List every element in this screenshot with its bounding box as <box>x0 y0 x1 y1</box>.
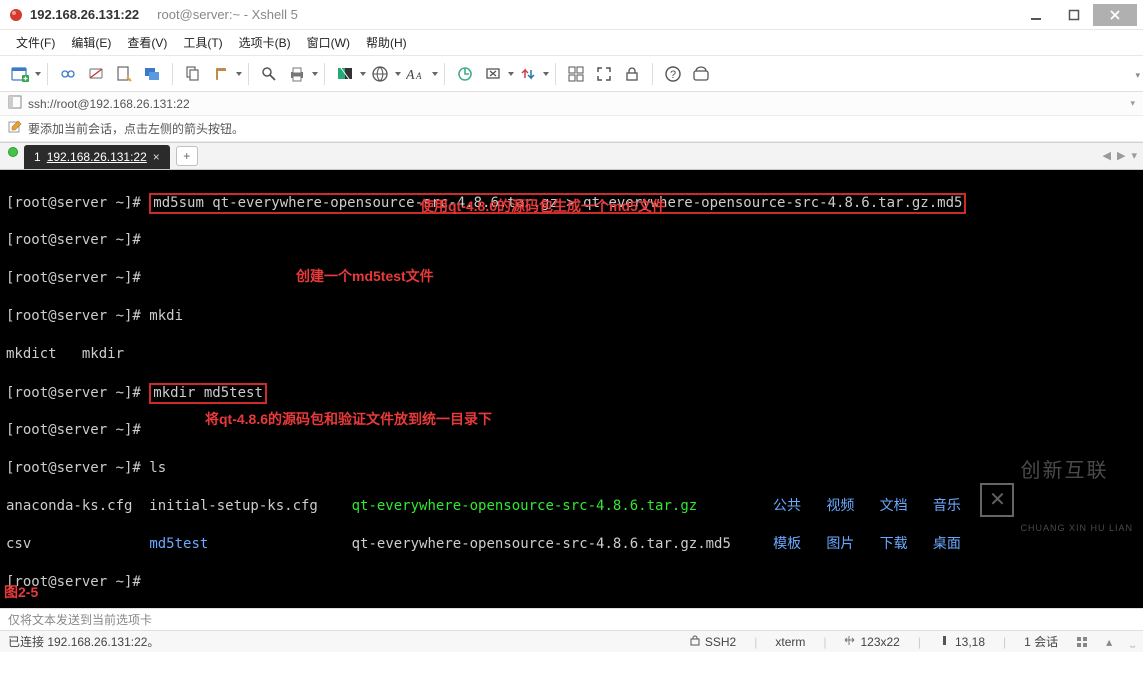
tab-scroll-left-icon[interactable]: ◀ <box>1103 149 1111 162</box>
maximize-button[interactable] <box>1055 4 1093 26</box>
fullscreen-button[interactable] <box>591 61 617 87</box>
encoding-button[interactable] <box>367 61 393 87</box>
send-mode-text: 仅将文本发送到当前选项卡 <box>8 611 152 628</box>
menu-file[interactable]: 文件(F) <box>8 31 63 54</box>
status-grid-icon[interactable] <box>1076 636 1088 648</box>
transfer-button[interactable] <box>515 61 541 87</box>
svg-text:A: A <box>406 68 415 83</box>
lock-icon <box>690 635 700 649</box>
address-url[interactable]: ssh://root@192.168.26.131:22 <box>28 97 1124 111</box>
hint-bar: 要添加当前会话，点击左侧的箭头按钮。 <box>0 116 1143 142</box>
menu-view[interactable]: 查看(V) <box>119 31 175 54</box>
hint-add-icon[interactable] <box>8 120 22 137</box>
send-strip[interactable]: 仅将文本发送到当前选项卡 <box>0 608 1143 630</box>
status-cursor-pos: 13,18 <box>939 635 985 649</box>
menu-tabs[interactable]: 选项卡(B) <box>231 31 299 54</box>
new-tab-button[interactable]: + <box>176 146 198 166</box>
xagent-dropdown-icon[interactable] <box>508 72 514 76</box>
terminal[interactable]: [root@server ~]# md5sum qt-everywhere-op… <box>0 170 1143 608</box>
annotation-md5: 使用qt-4.8.6的源码包生成一个md5文件 <box>420 197 666 216</box>
menu-window[interactable]: 窗口(W) <box>299 31 358 54</box>
font-dropdown-icon[interactable] <box>432 72 438 76</box>
copy-button[interactable] <box>180 61 206 87</box>
sessions-button[interactable] <box>139 61 165 87</box>
color-dropdown-icon[interactable] <box>360 72 366 76</box>
status-bar: 已连接 192.168.26.131:22。 SSH2 | xterm | 12… <box>0 630 1143 652</box>
size-icon <box>844 635 855 649</box>
transfer-dropdown-icon[interactable] <box>543 72 549 76</box>
watermark-sub: CHUANG XIN HU LIAN <box>1020 519 1133 538</box>
xagent-button[interactable] <box>480 61 506 87</box>
tab-label: 192.168.26.131:22 <box>47 150 147 164</box>
tab-strip: 1 192.168.26.131:22 × + ◀ ▶ ▾ <box>0 142 1143 170</box>
svg-text:A: A <box>415 71 422 81</box>
tab-close-icon[interactable]: × <box>153 150 160 164</box>
app-icon <box>8 7 24 23</box>
disconnect-button[interactable] <box>83 61 109 87</box>
paste-button[interactable] <box>208 61 234 87</box>
svg-text:?: ? <box>670 69 676 81</box>
lock-button[interactable] <box>619 61 645 87</box>
address-bar: ssh://root@192.168.26.131:22 ▾ <box>0 92 1143 116</box>
tile-button[interactable] <box>563 61 589 87</box>
session-tab[interactable]: 1 192.168.26.131:22 × <box>24 145 170 169</box>
tab-scroll-right-icon[interactable]: ▶ <box>1117 149 1125 162</box>
tab-scroll: ◀ ▶ ▾ <box>1103 149 1137 162</box>
cmd-mkdir: mkdir md5test <box>149 383 267 404</box>
annotation-mv: 将qt-4.8.6的源码包和验证文件放到统一目录下 <box>205 410 492 429</box>
tab-index: 1 <box>34 150 41 164</box>
encoding-dropdown-icon[interactable] <box>395 72 401 76</box>
connection-led-icon <box>8 147 18 157</box>
menu-tools[interactable]: 工具(T) <box>175 31 230 54</box>
new-session-dropdown-icon[interactable] <box>35 72 41 76</box>
status-connected: 已连接 192.168.26.131:22。 <box>8 633 159 650</box>
hint-text: 要添加当前会话，点击左侧的箭头按钮。 <box>28 120 244 137</box>
pos-icon <box>939 635 950 649</box>
figure-label: 图2-5 <box>4 583 38 602</box>
menu-edit[interactable]: 编辑(E) <box>63 31 119 54</box>
toolbar: AA ? ▾ <box>0 56 1143 92</box>
find-button[interactable] <box>256 61 282 87</box>
status-size: 123x22 <box>844 635 899 649</box>
annotation-mkdir: 创建一个md5test文件 <box>296 267 434 286</box>
menubar: 文件(F) 编辑(E) 查看(V) 工具(T) 选项卡(B) 窗口(W) 帮助(… <box>0 30 1143 56</box>
compose-button[interactable] <box>688 61 716 87</box>
paste-dropdown-icon[interactable] <box>236 72 242 76</box>
new-session-button[interactable] <box>7 61 33 87</box>
watermark-text: 创新互联 <box>1020 462 1133 481</box>
title-ip: 192.168.26.131:22 <box>30 7 139 22</box>
status-capslock: ⎵ <box>1130 634 1135 649</box>
sessions-panel-icon[interactable] <box>8 95 22 112</box>
properties-button[interactable] <box>111 61 137 87</box>
font-button[interactable]: AA <box>402 61 430 87</box>
menu-help[interactable]: 帮助(H) <box>358 31 415 54</box>
title-session: root@server:~ - Xshell 5 <box>157 7 298 22</box>
reconnect-button[interactable] <box>55 61 81 87</box>
print-dropdown-icon[interactable] <box>312 72 318 76</box>
address-overflow-icon[interactable]: ▾ <box>1130 98 1135 109</box>
status-sessions: 1 会话 <box>1024 633 1058 650</box>
tab-overflow-icon[interactable]: ▾ <box>1131 149 1137 162</box>
tunneling-button[interactable] <box>452 61 478 87</box>
color-scheme-button[interactable] <box>332 61 358 87</box>
print-button[interactable] <box>284 61 310 87</box>
watermark: ✕ 创新互联 CHUANG XIN HU LIAN <box>980 424 1133 576</box>
toolbar-overflow-icon[interactable]: ▾ <box>1135 70 1140 81</box>
status-termtype: xterm <box>775 635 805 649</box>
titlebar: 192.168.26.131:22 root@server:~ - Xshell… <box>0 0 1143 30</box>
close-button[interactable] <box>1093 4 1137 26</box>
watermark-logo-icon: ✕ <box>980 483 1014 517</box>
minimize-button[interactable] <box>1017 4 1055 26</box>
help-button[interactable]: ? <box>660 61 686 87</box>
status-overflow-icon[interactable]: ▴ <box>1106 635 1112 649</box>
status-ssh: SSH2 <box>690 635 736 649</box>
